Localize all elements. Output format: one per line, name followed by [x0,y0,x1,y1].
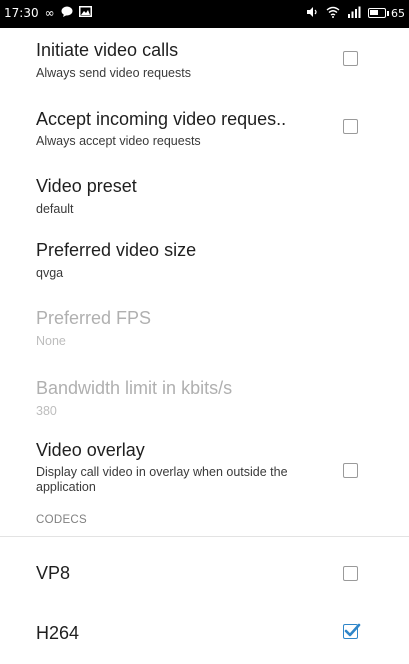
clock-time: 17:30 [4,6,39,20]
codec-row-vp8[interactable]: VP8 [0,544,409,604]
infinity-icon: ∞ [44,6,55,20]
codecs-section-header: CODECS [36,514,88,526]
battery-level: 65 [391,6,405,20]
initiate-video-calls-checkbox[interactable] [343,51,358,66]
vp8-checkbox[interactable] [343,566,358,581]
pref-title: Initiate video calls [36,40,179,60]
pref-summary: Always accept video requests [36,134,201,148]
status-bar-right: 65 [306,6,405,20]
pref-value: default [36,202,74,216]
pref-title: Video overlay [36,440,145,460]
codec-row-h264[interactable]: H264 [0,604,409,664]
image-icon [78,6,92,20]
pref-value: None [36,334,66,348]
codec-name: H264 [36,623,80,643]
checkmark-icon [344,623,361,637]
pref-title: Preferred video size [36,240,197,260]
pref-value: qvga [36,266,64,280]
signal-icon [347,6,361,20]
pref-title: Video preset [36,176,137,196]
pref-preferred-fps: Preferred FPS None [0,294,409,356]
pref-accept-incoming-video[interactable]: Accept incoming video reques.. Always ac… [0,92,409,156]
codec-name: VP8 [36,563,71,583]
wifi-icon [326,6,340,20]
pref-bandwidth-limit: Bandwidth limit in kbits/s 380 [0,366,409,428]
pref-title: Bandwidth limit in kbits/s [36,378,233,398]
pref-title: Accept incoming video reques.. [36,109,287,129]
status-bar: 17:30 ∞ 65 [0,0,409,28]
pref-video-preset[interactable]: Video preset default [0,164,409,226]
h264-checkbox[interactable] [343,623,361,639]
battery-icon: 65 [368,7,405,20]
pref-video-overlay[interactable]: Video overlay Display call video in over… [0,432,409,504]
status-bar-left: 17:30 ∞ [4,6,92,20]
pref-preferred-video-size[interactable]: Preferred video size qvga [0,226,409,288]
pref-title: Preferred FPS [36,308,152,328]
section-divider [0,536,409,537]
pref-summary: Always send video requests [36,66,191,80]
video-overlay-checkbox[interactable] [343,463,358,478]
pref-initiate-video-calls[interactable]: Initiate video calls Always send video r… [0,28,409,92]
pref-value: 380 [36,404,57,418]
pref-summary: Display call video in overlay when outsi… [36,465,288,494]
volume-icon [306,6,319,20]
chat-bubble-icon [61,6,73,20]
accept-incoming-video-checkbox[interactable] [343,119,358,134]
